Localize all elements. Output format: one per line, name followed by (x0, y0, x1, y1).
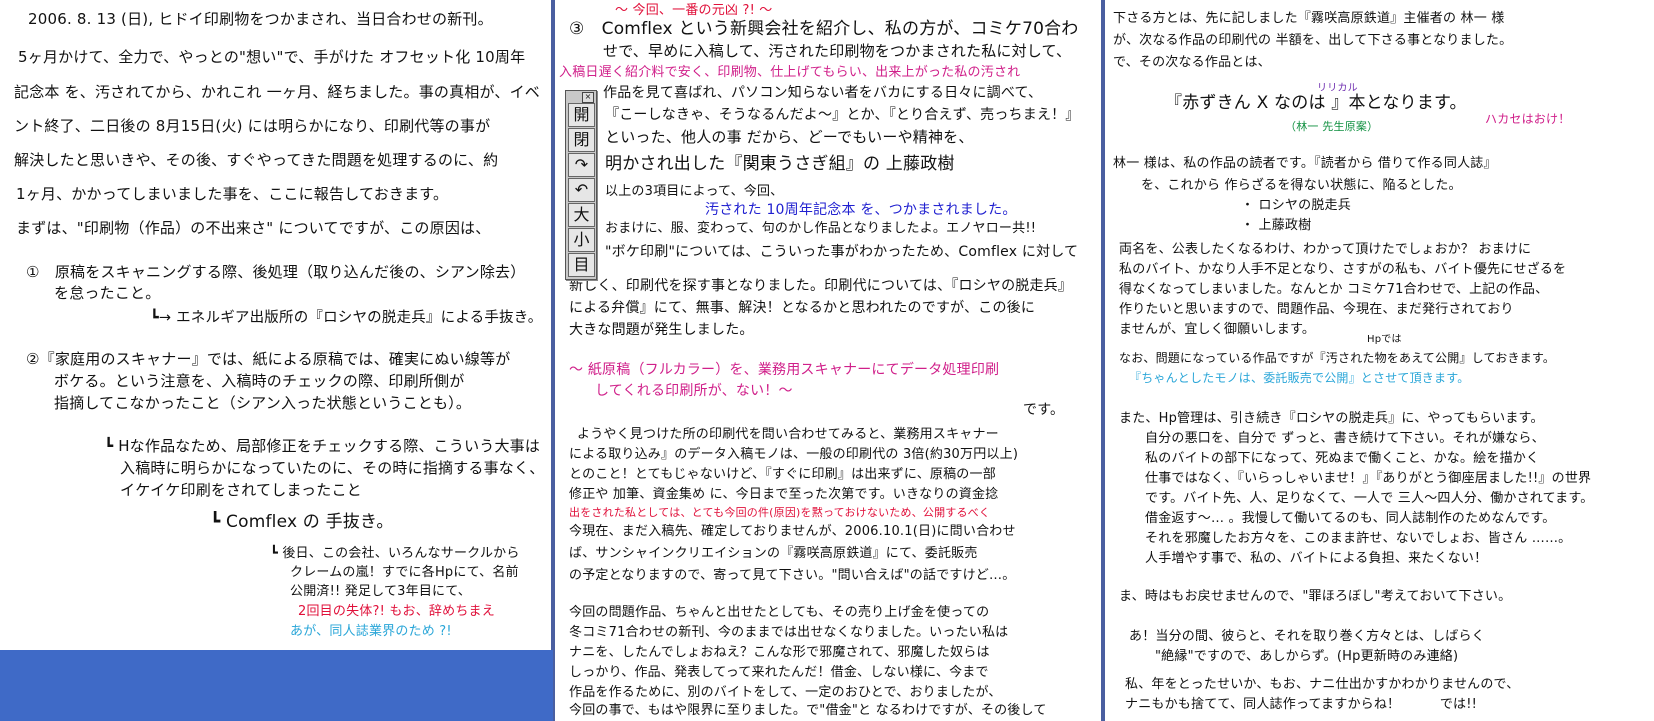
text-line: 記念本 を、汚されてから、かれこれ 一ヶ月、経ちました。事の真相が、イベ (14, 83, 540, 101)
text-line: （林一 先生原案） (1285, 120, 1379, 133)
text-line: ナニを、したんでしょおねえ？こんな形で邪魔されて、邪魔した奴らは (569, 645, 990, 660)
text-line: 汚された 10周年記念本 を、つかまされました。 (705, 202, 1017, 218)
text-line: 公開済!! 発足して3年目にて、 (290, 584, 471, 599)
text-line: 得なくなってしまいました。なんとか コミケ71合わせで、上記の作品、 (1119, 282, 1549, 297)
text-line: イケイケ印刷をされてしまったこと (120, 481, 362, 499)
text-line: クレームの嵐！すでに各Hpにて、名前 (290, 565, 519, 580)
text-line: ント終了、二日後の 8月15日(火) には明らかになり、印刷代等の事が (14, 117, 491, 135)
text-line: ① 原稿をスキャニングする際、後処理（取り込んだ後の、シアン除去） (26, 263, 526, 281)
text-line: ・ 上藤政樹 (1241, 218, 1312, 233)
text-line: 〜 紙原稿（フルカラー）を、業務用スキャナーにてデータ処理印刷 (569, 362, 1000, 378)
journal-page-left: 2006. 8. 13 (日), ヒドイ印刷物をつかまされ、当日合わせの新刊。 … (0, 0, 553, 650)
text-line: "ボケ印刷"については、こういった事がわかったため、Comflex に対して (605, 244, 1079, 260)
text-line: を、これから 作らざるを得ない状態に、陥るとした。 (1141, 178, 1462, 193)
text-line: 2回目の失体?! もお、辞めちまえ (298, 604, 495, 619)
text-line: の予定となりますので、寄って見て下さい。"問い合えば"の話ですけど…。 (569, 568, 1016, 583)
header-note: 〜 今回、一番の元凶 ?! 〜 (615, 3, 773, 18)
text-line: 自分の悪口を、自分で ずっと、書き続けて下さい。それが嫌なら、 (1145, 431, 1545, 446)
text-line: ナニもかも捨てて、同人誌作ってますからね！ では!! (1125, 697, 1478, 712)
text-line: あが、同人誌業界のため ?! (290, 624, 452, 639)
undo-button[interactable]: ↶ (568, 178, 595, 202)
text-line: ┗ Hな作品なため、局部修正をチェックする際、こういう大事は (104, 437, 541, 455)
text-line: といった、他人の事 だから、どーでもいーや精神を、 (605, 128, 974, 146)
text-line: それを邪魔したお方々を、このまま許せ、ないでしょお、皆さん ……。 (1145, 531, 1572, 546)
text-line: してくれる印刷所が、ない！〜 (595, 383, 793, 399)
close-button[interactable]: 閉 (568, 128, 595, 152)
text-line: ②『家庭用のスキャナー』では、紙による原稿では、確実にぬい線等が (26, 350, 511, 368)
text-line: 1ヶ月、かかってしまいました事を、ここに報告しておきます。 (16, 185, 449, 203)
text-line: ┗→ エネルギア出版所の『ロシヤの脱走兵』による手抜き。 (150, 310, 543, 326)
open-button[interactable]: 開 (568, 103, 595, 127)
text-line: 『ちゃんとしたモノは、委託販売で公開』とさせて頂きます。 (1129, 371, 1470, 385)
zoom-out-button[interactable]: 小 (568, 228, 595, 252)
text-line: ま、時はもお戻せませんので、"罪ほろぼし"考えておいて下さい。 (1119, 589, 1512, 604)
text-line: です。 (1023, 402, 1065, 418)
text-line: 人手増やす事で、私の、バイトによる負担、来たくない！ (1145, 551, 1488, 566)
text-line: 明かされ出した『関東うさぎ組』の 上藤政樹 (605, 154, 955, 174)
text-line: で、その次なる作品とは、 (1113, 55, 1271, 70)
text-line: 作品を作るために、別のバイトをして、一定のおひとで、おりましたが、 (569, 685, 1002, 700)
journal-page-middle: 〜 今回、一番の元凶 ?! 〜 ③ Comflex という新興会社を紹介し、私の… (553, 0, 1103, 721)
text-line: ようやく見つけた所の印刷代を問い合わせてみると、業務用スキャナー (577, 427, 999, 442)
redo-button[interactable]: ↷ (568, 153, 595, 177)
text-line: 今回の事で、もはや限界に至りました。で"借金"と なるわけですが、その後して (569, 703, 1047, 718)
text-line: また、Hp管理は、引き続き『ロシヤの脱走兵』に、やってもらいます。 (1119, 411, 1544, 426)
background-fill (0, 650, 553, 721)
text-line: 『こーしなきゃ、そうなるんだよ〜』とか、『とり合えず、売っちまえ！』 (605, 107, 1080, 123)
text-line: 以上の3項目によって、今回、 (605, 184, 784, 199)
text-line: 今回の問題作品、ちゃんと出せたとしても、その売り上げ金を使っての (569, 605, 990, 620)
text-line: 借金返す〜… 。我慢して働いてるのも、同人誌制作のためなんです。 (1145, 511, 1556, 526)
text-line: あ！当分の間、彼らと、それを取り巻く方々とは、しばらく (1129, 629, 1485, 644)
text-line: しっかり、作品、発表してって来れたんだ！借金、しない様に、今まで (569, 665, 989, 680)
view-button[interactable]: 目 (568, 253, 595, 277)
text-line: 冬コミ71合わせの新刊、今のままでは出せなくなりました。いったい私は (569, 625, 1009, 640)
text-line: 修正や 加筆、資金集め に、今日まで至った次第です。いきなりの資金捻 (569, 487, 999, 502)
text-line: ませんが、宜しく御願いします。 (1119, 322, 1316, 337)
text-line: 仕事ではなく、『いらっしゃいませ！』『ありがとう御座居ました!!』の世界 (1145, 471, 1592, 486)
floating-toolbar[interactable]: × 開 閉 ↷ ↶ 大 小 目 (565, 90, 597, 280)
text-line: 2006. 8. 13 (日), ヒドイ印刷物をつかまされ、当日合わせの新刊。 (28, 10, 493, 28)
text-line: ・ ロシヤの脱走兵 (1241, 198, 1351, 213)
text-line: による取り込み』のデータ入稿モノは、一般の印刷代の 3倍(約30万円以上) (569, 447, 1019, 462)
text-line: 出をされた私としては、とても今回の件(原因)を黙っておけないため、公開するべく (569, 506, 991, 519)
text-line: ば、サンシャインクリエイションの『霧咲高原鉄道』にて、委託販売 (569, 546, 978, 561)
text-line: 作品を見て喜ばれ、パソコン知らない者をバカにする日々に調べて、 (603, 85, 1043, 101)
text-line: とのこと！とてもじゃないけど、『すぐに印刷』は出来ずに、原稿の一部 (569, 467, 996, 482)
text-line: 解決したと思いきや、その後、すぐやってきた問題を処理するのに、約 (14, 151, 499, 169)
text-line: 入稿日遅く紹介料で安く、印刷物、仕上げてもらい、出来上がった私の汚され (559, 65, 1021, 80)
text-line: 林一 様は、私の作品の読者です。『読者から 借りて作る同人誌』 (1113, 156, 1497, 171)
text-line: ┗ Comflex の 手抜き。 (210, 512, 394, 532)
text-line: 両名を、公表したくなるわけ、わかって頂けたでしょおか？ おまけに (1119, 242, 1532, 257)
text-line: 『赤ずきん X なのは 』本となります。 (1165, 93, 1467, 113)
text-line: おまけに、服、変わって、句のかし作品となりましたよ。エノヤロー共!! (605, 221, 1037, 236)
text-line: 大きな問題が発生しました。 (569, 322, 754, 338)
zoom-in-button[interactable]: 大 (568, 203, 595, 227)
text-line: 私のバイト、かなり人手不足となり、さすがの私も、バイト優先にせざるを (1119, 262, 1567, 277)
text-line: "絶縁"ですので、あしからず。(Hp更新時のみ連絡) (1155, 649, 1459, 664)
text-line: まずは、"印刷物（作品）の不出来さ" についてですが、この原因は、 (16, 219, 491, 237)
text-line: ┗ 後日、この会社、いろんなサークルから (270, 546, 520, 561)
text-line: 作りたいと思いますので、問題作品、今現在、まだ発行されており (1119, 302, 1514, 317)
text-line: Hpでは (1367, 334, 1402, 345)
text-line: が、次なる作品の印刷代の 半額を、出して下さる事となりました。 (1113, 33, 1513, 48)
text-line: ハカセはおけ！ (1485, 112, 1571, 126)
text-line: なお、問題になっている作品ですが『汚された物をあえて公開』しておきます。 (1119, 351, 1556, 365)
text-line: せで、早めに入稿して、汚された印刷物をつかまされた私に対して、 (603, 42, 1072, 60)
text-line: 新しく、印刷代を探す事となりました。印刷代については、『ロシヤの脱走兵』 (569, 278, 1073, 294)
text-line: です。バイト先、人、足りなくて、一人で 三人〜四人分、働かされてます。 (1145, 491, 1594, 506)
text-line: 私のバイトの部下になって、死ぬまで働くこと、かな。絵を描かく (1145, 451, 1540, 466)
toolbar-close-button[interactable]: × (582, 92, 594, 103)
text-line: 入稿時に明らかになっていたのに、その時に指摘する事なく、 (120, 459, 545, 477)
text-line: を怠ったこと。 (54, 284, 161, 302)
text-line: による弁償』にて、無事、解決！となるかと思われたのですが、この後に (569, 300, 1036, 316)
journal-page-right: 下さる方とは、先に記しました『霧咲高原鉄道』主催者の 林一 様 が、次なる作品の… (1103, 0, 1654, 721)
text-line: 5ヶ月かけて、全力で、やっとの"想い"で、手がけた オフセット化 10周年 (18, 48, 526, 66)
text-line: 今現在、まだ入稿先、確定しておりませんが、2006.10.1(日)に問い合わせ (569, 524, 1016, 539)
text-line: 指摘してこなかったこと（シアン入った状態ということも）。 (54, 394, 472, 412)
text-line: 下さる方とは、先に記しました『霧咲高原鉄道』主催者の 林一 様 (1113, 11, 1505, 26)
text-line: ③ Comflex という新興会社を紹介し、私の方が、コミケ70合わ (569, 19, 1079, 39)
text-line: ボケる。という注意を、入稿時のチェックの際、印刷所側が (54, 372, 465, 390)
text-line: 私、年をとったせいか、もお、ナニ仕出かすかわかりませんので、 (1125, 677, 1520, 692)
